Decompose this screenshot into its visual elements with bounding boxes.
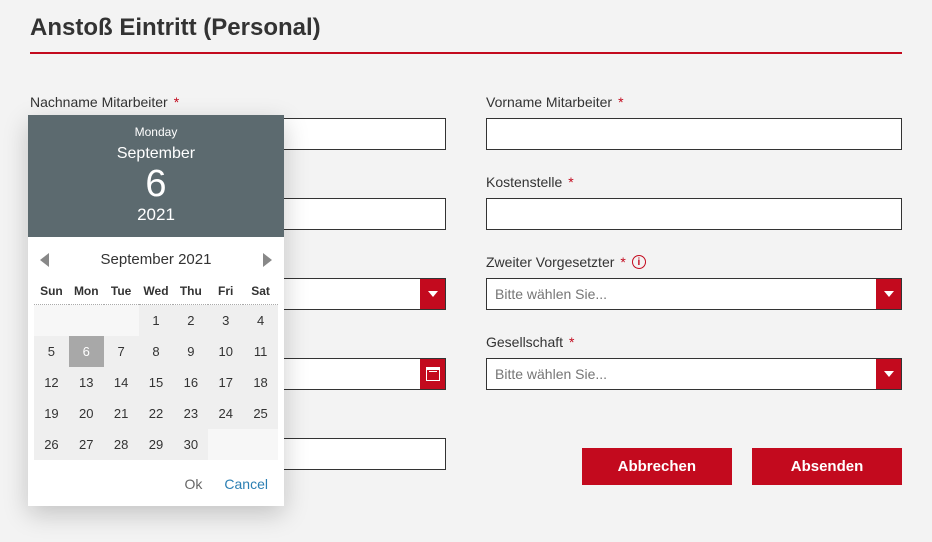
dp-hdr: Sat	[243, 278, 278, 305]
dp-nav-label: September 2021	[101, 251, 212, 268]
dp-cell-selected[interactable]: 6	[69, 336, 104, 367]
select-gesellschaft[interactable]	[486, 358, 876, 390]
dp-cell[interactable]: 7	[104, 336, 139, 367]
dp-cell[interactable]: 20	[69, 398, 104, 429]
dp-hdr: Thu	[173, 278, 208, 305]
dp-cell[interactable]: 26	[34, 429, 69, 460]
label-nachname: Nachname Mitarbeiter	[30, 94, 168, 110]
dp-cell[interactable]: 21	[104, 398, 139, 429]
dp-cell[interactable]: 5	[34, 336, 69, 367]
dp-cell[interactable]: 11	[243, 336, 278, 367]
dp-cell[interactable]	[243, 429, 278, 460]
dp-cell[interactable]: 25	[243, 398, 278, 429]
field-vorname: Vorname Mitarbeiter *	[486, 94, 902, 150]
dp-cell[interactable]: 9	[173, 336, 208, 367]
select-zweiter[interactable]	[486, 278, 876, 310]
chevron-down-icon[interactable]	[876, 358, 902, 390]
label-zweiter: Zweiter Vorgesetzter	[486, 254, 614, 270]
dp-cell[interactable]: 13	[69, 367, 104, 398]
field-kostenstelle: Kostenstelle *	[486, 174, 902, 230]
input-vorname[interactable]	[486, 118, 902, 150]
datepicker-header: Monday September 6 2021	[28, 115, 284, 237]
dp-cell[interactable]	[104, 305, 139, 336]
dp-hdr: Mon	[69, 278, 104, 305]
info-icon[interactable]: i	[632, 255, 646, 269]
submit-button[interactable]: Absenden	[752, 448, 902, 485]
field-nachname: Nachname Mitarbeiter * Monday September …	[30, 94, 446, 150]
chevron-down-icon[interactable]	[876, 278, 902, 310]
dp-cell[interactable]	[69, 305, 104, 336]
dp-cell[interactable]: 22	[139, 398, 174, 429]
field-gesellschaft: Gesellschaft *	[486, 334, 902, 390]
dp-cell[interactable]: 24	[208, 398, 243, 429]
dp-cell[interactable]: 18	[243, 367, 278, 398]
dp-day: 6	[28, 163, 284, 205]
chevron-down-icon[interactable]	[420, 278, 446, 310]
page-title: Anstoß Eintritt (Personal)	[30, 14, 902, 42]
dp-cell[interactable]: 10	[208, 336, 243, 367]
dp-cell[interactable]: 4	[243, 305, 278, 336]
datepicker-cancel[interactable]: Cancel	[224, 476, 268, 492]
dp-cell[interactable]: 14	[104, 367, 139, 398]
cancel-button[interactable]: Abbrechen	[582, 448, 732, 485]
next-month-icon[interactable]	[263, 253, 272, 267]
dp-cell[interactable]: 27	[69, 429, 104, 460]
label-gesellschaft: Gesellschaft	[486, 334, 563, 350]
dp-year: 2021	[28, 205, 284, 225]
dp-cell[interactable]: 16	[173, 367, 208, 398]
dp-cell[interactable]: 1	[139, 305, 174, 336]
label-kostenstelle: Kostenstelle	[486, 174, 562, 190]
required-asterisk: *	[569, 334, 574, 350]
label-vorname: Vorname Mitarbeiter	[486, 94, 612, 110]
dp-cell[interactable]	[208, 429, 243, 460]
datepicker-popup: Monday September 6 2021 September 2021 S…	[28, 115, 284, 506]
required-asterisk: *	[620, 254, 625, 270]
dp-cell[interactable]: 12	[34, 367, 69, 398]
dp-hdr: Wed	[139, 278, 174, 305]
prev-month-icon[interactable]	[40, 253, 49, 267]
dp-cell[interactable]: 8	[139, 336, 174, 367]
dp-cell[interactable]: 17	[208, 367, 243, 398]
datepicker-ok[interactable]: Ok	[185, 476, 203, 492]
dp-cell[interactable]: 15	[139, 367, 174, 398]
dp-hdr: Tue	[104, 278, 139, 305]
dp-hdr: Sun	[34, 278, 69, 305]
dp-hdr: Fri	[208, 278, 243, 305]
required-asterisk: *	[174, 94, 179, 110]
dp-cell[interactable]: 30	[173, 429, 208, 460]
dp-cell[interactable]	[34, 305, 69, 336]
datepicker-grid: Sun Mon Tue Wed Thu Fri Sat 1 2	[28, 278, 284, 466]
dp-cell[interactable]: 3	[208, 305, 243, 336]
field-zweiter: Zweiter Vorgesetzter * i	[486, 254, 902, 310]
input-kostenstelle[interactable]	[486, 198, 902, 230]
dp-cell[interactable]: 19	[34, 398, 69, 429]
required-asterisk: *	[618, 94, 623, 110]
dp-dow: Monday	[28, 125, 284, 139]
calendar-icon[interactable]	[420, 358, 446, 390]
dp-cell[interactable]: 2	[173, 305, 208, 336]
dp-month: September	[28, 145, 284, 163]
dp-cell[interactable]: 23	[173, 398, 208, 429]
required-asterisk: *	[568, 174, 573, 190]
dp-cell[interactable]: 29	[139, 429, 174, 460]
dp-cell[interactable]: 28	[104, 429, 139, 460]
title-underline	[30, 52, 902, 54]
